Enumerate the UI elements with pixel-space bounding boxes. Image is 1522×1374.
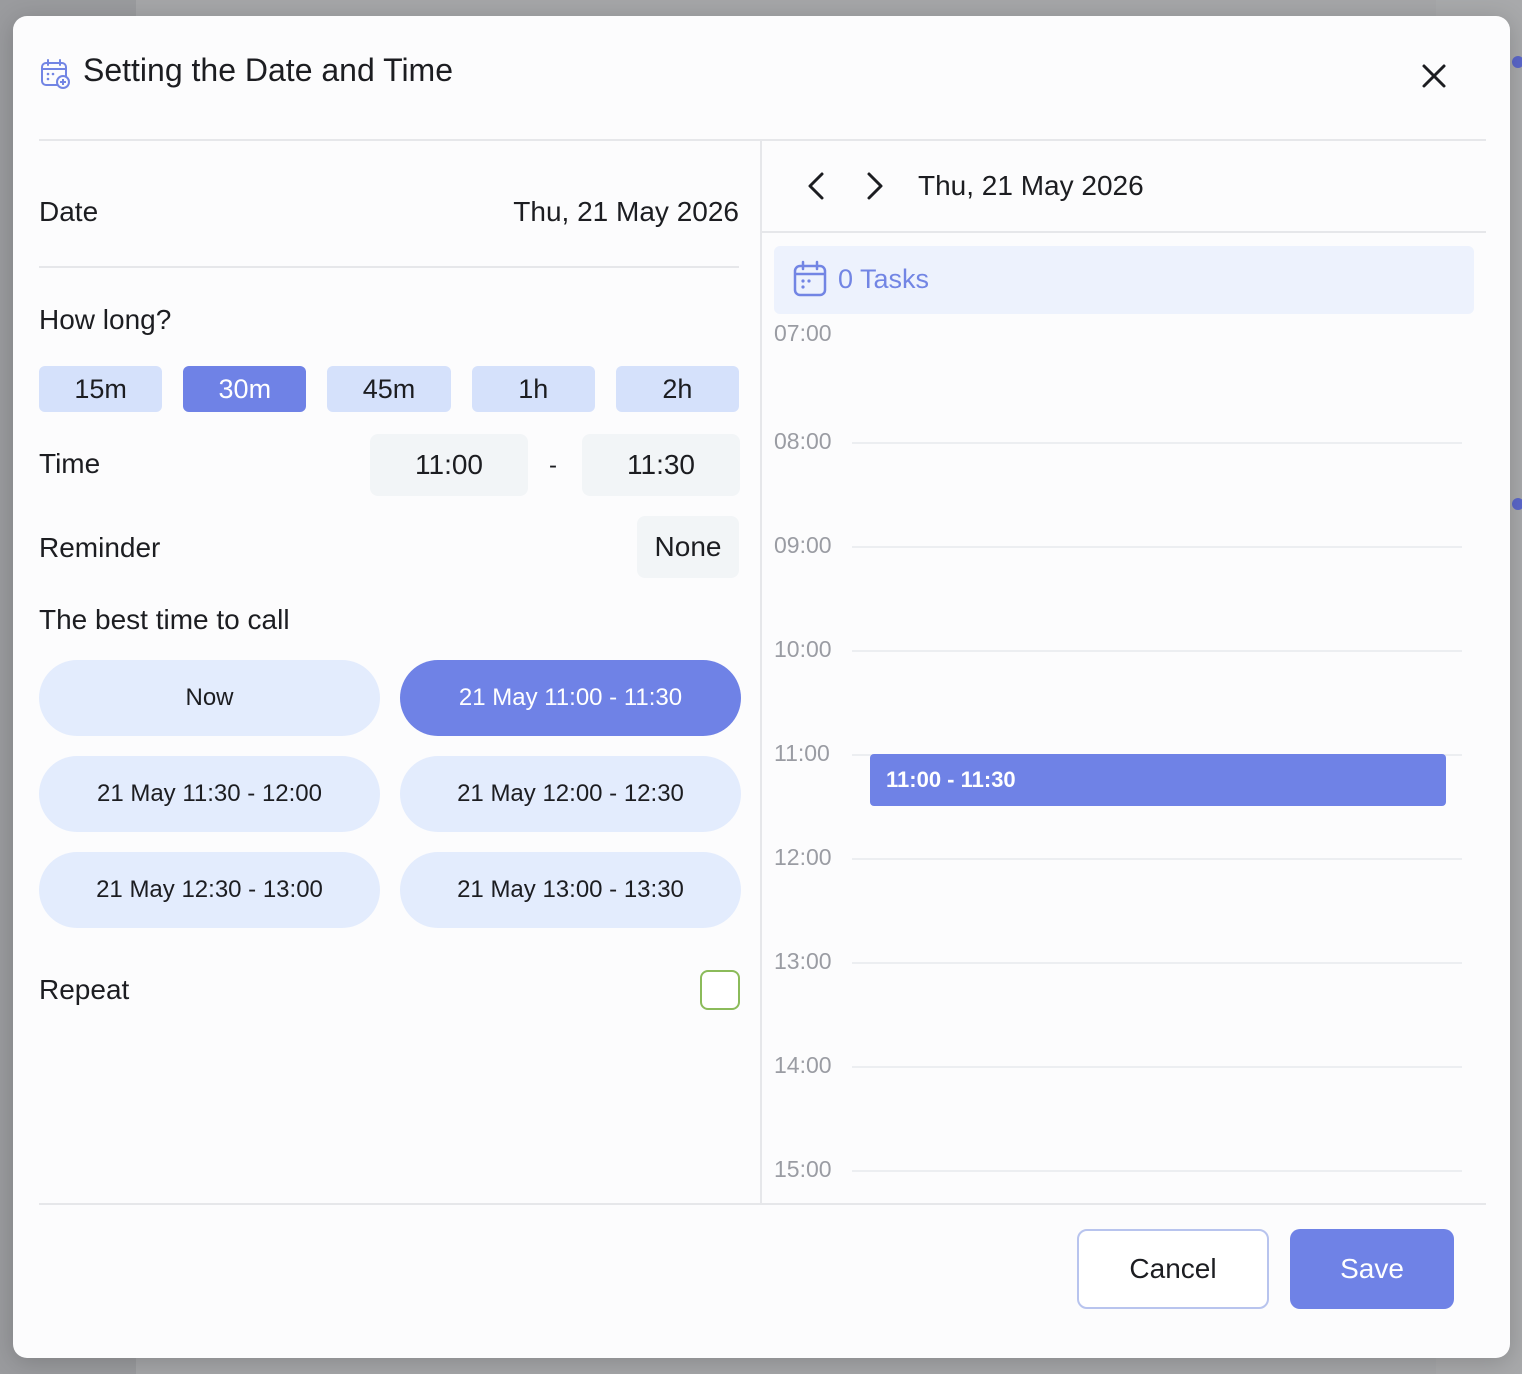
schedule-form: Date Thu, 21 May 2026 How long? 15m 30m … (39, 140, 741, 1204)
duration-15m-button[interactable]: 15m (39, 366, 163, 412)
duration-30m-button[interactable]: 30m (183, 366, 307, 412)
hour-line (852, 650, 1462, 652)
slot-now-button[interactable]: Now (39, 660, 380, 736)
scheduled-event[interactable]: 11:00 - 11:30 (870, 754, 1446, 806)
hour-label: 12:00 (774, 844, 832, 870)
tasks-summary[interactable]: 0 Tasks (774, 246, 1474, 314)
hour-line (852, 442, 1462, 444)
chevron-right-icon[interactable] (855, 168, 891, 204)
duration-2h-button[interactable]: 2h (615, 366, 740, 412)
hour-label: 15:00 (774, 1156, 832, 1182)
duration-45m-button[interactable]: 45m (327, 366, 451, 412)
hour-line (852, 546, 1462, 548)
slot-button[interactable]: 21 May 11:00 - 11:30 (400, 660, 741, 736)
hour-row: 07:00 (762, 320, 1486, 442)
hour-row: 09:00 (762, 532, 1486, 650)
hour-line (852, 858, 1462, 860)
hour-row: 12:00 (762, 844, 1486, 962)
tasks-count: 0 Tasks (838, 264, 930, 294)
hour-label: 14:00 (774, 1052, 832, 1078)
modal-title: Setting the Date and Time (83, 52, 453, 88)
slot-button[interactable]: 21 May 12:30 - 13:00 (39, 852, 380, 928)
hour-label: 13:00 (774, 948, 832, 974)
reminder-label: Reminder (39, 532, 161, 563)
date-time-modal: Setting the Date and Time Date Thu, 21 M… (13, 16, 1510, 1358)
hour-grid: 07:00 08:00 09:00 10:00 11:00 12:00 13:0… (762, 314, 1486, 1204)
hour-row: 15:00 (762, 1156, 1486, 1204)
hour-row: 08:00 (762, 428, 1486, 546)
hour-label: 11:00 (774, 740, 830, 766)
hour-line (852, 962, 1462, 964)
duration-1h-button[interactable]: 1h (471, 366, 595, 412)
background-dot (1512, 56, 1522, 68)
duration-options: 15m 30m 45m 1h 2h (39, 366, 740, 412)
date-value[interactable]: Thu, 21 May 2026 (513, 196, 739, 228)
best-time-label: The best time to call (39, 604, 290, 635)
duration-label: How long? (39, 304, 172, 335)
calendar-icon (793, 260, 827, 297)
calendar-date: Thu, 21 May 2026 (918, 170, 1144, 201)
slot-button[interactable]: 21 May 13:00 - 13:30 (400, 852, 741, 928)
hour-line (852, 1066, 1462, 1068)
reminder-select[interactable]: None (637, 516, 739, 578)
cancel-button[interactable]: Cancel (1077, 1229, 1269, 1309)
hour-label: 09:00 (774, 532, 832, 558)
repeat-checkbox[interactable] (700, 970, 740, 1010)
chevron-left-icon[interactable] (800, 168, 836, 204)
repeat-label: Repeat (39, 974, 130, 1005)
hour-line (852, 1170, 1462, 1172)
slot-button[interactable]: 21 May 12:00 - 12:30 (400, 756, 741, 832)
close-icon[interactable] (1416, 58, 1452, 94)
time-start-input[interactable]: 11:00 (370, 434, 528, 496)
time-separator: - (549, 452, 557, 479)
background-dot (1512, 498, 1522, 510)
time-label: Time (39, 448, 101, 479)
date-divider (39, 266, 739, 268)
time-end-input[interactable]: 11:30 (582, 434, 740, 496)
day-calendar: Thu, 21 May 2026 0 Tasks 07:00 08:00 09:… (762, 140, 1486, 1204)
calendar-divider (762, 231, 1486, 233)
save-button[interactable]: Save (1290, 1229, 1454, 1309)
slot-button[interactable]: 21 May 11:30 - 12:00 (39, 756, 380, 832)
hour-label: 07:00 (774, 320, 832, 346)
event-label: 11:00 - 11:30 (886, 767, 1016, 792)
hour-label: 08:00 (774, 428, 832, 454)
hour-row: 10:00 (762, 636, 1486, 754)
hour-row: 13:00 (762, 948, 1486, 1066)
modal-header: Setting the Date and Time (13, 16, 1510, 140)
hour-label: 10:00 (774, 636, 832, 662)
date-label: Date (39, 196, 99, 227)
calendar-clock-icon (41, 59, 70, 89)
hour-row: 14:00 (762, 1052, 1486, 1170)
